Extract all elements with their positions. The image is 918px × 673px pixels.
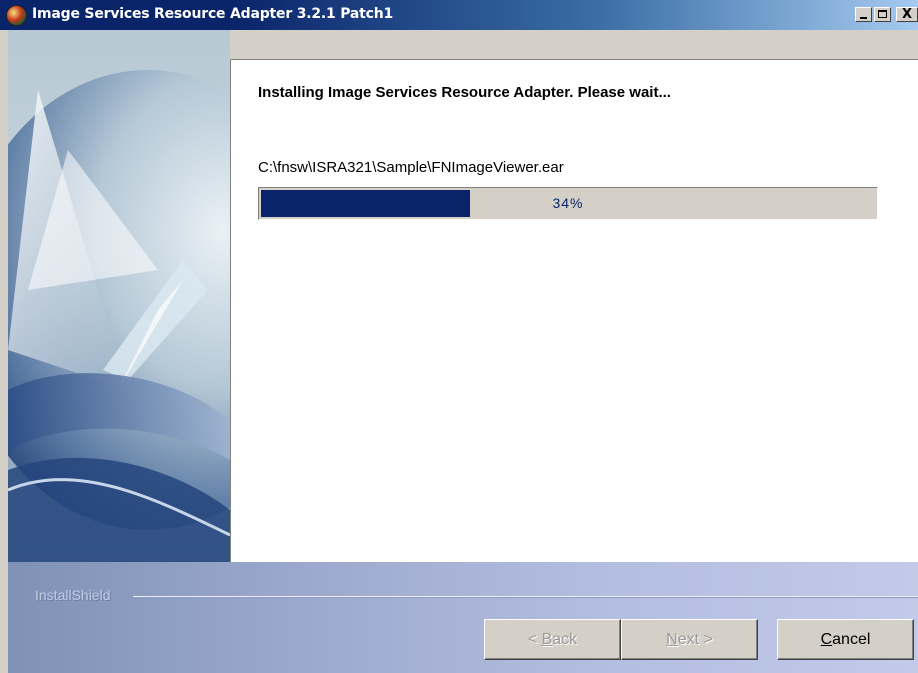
installer-artwork [8,30,230,562]
close-button[interactable]: X [896,7,918,22]
back-button[interactable]: < Back [484,619,621,660]
install-heading: Installing Image Services Resource Adapt… [258,84,671,101]
progress-percent: 34% [552,195,584,211]
back-button-label: ack [552,631,578,648]
installshield-brand: InstallShield [35,587,111,603]
artwork-graphic [8,70,230,562]
back-mnemonic: B [541,631,553,648]
minimize-icon [860,17,867,19]
cancel-button-label: ancel [832,631,871,648]
next-button[interactable]: Next > [621,619,758,660]
next-mnemonic: N [666,631,678,648]
current-file-path: C:\fnsw\ISRA321\Sample\FNImageViewer.ear [258,159,564,176]
install-progress-bar: 34% [258,187,878,220]
brand-divider [133,596,918,598]
window-title: Image Services Resource Adapter 3.2.1 Pa… [32,6,394,22]
installer-window: Image Services Resource Adapter 3.2.1 Pa… [0,0,918,673]
minimize-button[interactable] [855,7,872,22]
maximize-button[interactable] [874,7,891,22]
cancel-button[interactable]: Cancel [777,619,914,660]
back-button-prefix: < [527,631,542,648]
cancel-mnemonic: C [820,631,833,648]
app-icon[interactable] [6,5,27,26]
close-icon: X [901,7,913,22]
next-button-label: ext > [677,631,713,648]
content-panel [230,59,918,562]
title-bar[interactable]: Image Services Resource Adapter 3.2.1 Pa… [0,0,918,30]
maximize-icon [878,10,887,18]
